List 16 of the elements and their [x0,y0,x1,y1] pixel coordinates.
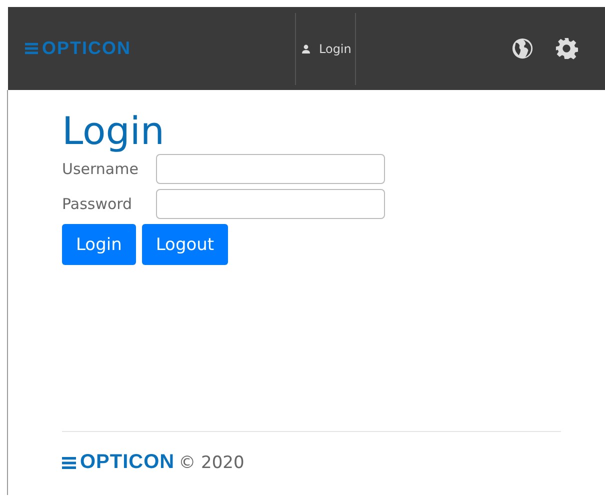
logout-button[interactable]: Logout [142,224,228,265]
copyright-text: © 2020 [178,452,244,472]
globe-icon[interactable] [511,37,534,60]
settings-icon[interactable] [555,37,578,60]
login-link[interactable]: Login [296,12,356,84]
username-field[interactable] [156,154,385,184]
logo-text[interactable]: OPTICON [42,38,132,59]
password-label: Password [62,195,134,213]
menu-icon[interactable] [25,42,38,55]
user-icon [301,44,311,54]
footer-logo-text: OPTICON [80,451,175,474]
username-label: Username [62,160,140,178]
password-field[interactable] [156,189,385,219]
login-button[interactable]: Login [62,224,136,265]
page-title: Login [62,110,166,152]
menu-icon [62,456,76,470]
